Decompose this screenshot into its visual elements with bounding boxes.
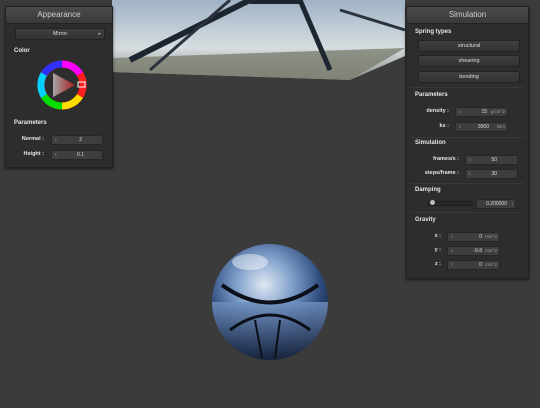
steps-label: steps/frame : bbox=[424, 170, 459, 176]
appearance-panel-title[interactable]: Appearance bbox=[6, 7, 112, 24]
damping-unit: \ bbox=[511, 201, 513, 206]
ks-value: 3000 bbox=[477, 124, 489, 130]
simulation-panel-title[interactable]: Simulation bbox=[407, 7, 528, 24]
spinner-icon: ⇕ bbox=[468, 157, 472, 162]
spinner-icon: ⇕ bbox=[468, 171, 472, 176]
gravity-z-value: 0 bbox=[479, 262, 482, 268]
normal-field[interactable]: ⇕ 2 bbox=[51, 135, 103, 145]
ks-unit: N/m bbox=[496, 124, 505, 129]
divider bbox=[411, 137, 524, 138]
gravity-y-label: y : bbox=[434, 247, 441, 253]
spinner-icon: ⇕ bbox=[54, 137, 58, 142]
gravity-y-value: -9.8 bbox=[473, 248, 482, 254]
chevron-down-icon: ▸ bbox=[98, 31, 101, 37]
gravity-z-field[interactable]: ⇕ 0 m/s^2 bbox=[447, 260, 500, 270]
spinner-icon: ⇕ bbox=[458, 124, 462, 129]
spinner-icon: ⇕ bbox=[450, 248, 454, 253]
height-value: 0.1 bbox=[77, 152, 84, 158]
parameters-section-label: Parameters bbox=[14, 120, 47, 126]
gravity-z-label: z : bbox=[434, 261, 441, 267]
spinner-icon: ⇕ bbox=[458, 109, 462, 114]
simulation-panel: Simulation Spring types structural shear… bbox=[406, 6, 529, 279]
gravity-y-field[interactable]: ⇕ -9.8 m/s^2 bbox=[447, 246, 500, 256]
material-dropdown[interactable]: Mirror ▸ bbox=[15, 28, 105, 40]
ks-field[interactable]: ⇕ 3000 N/m bbox=[455, 122, 508, 132]
steps-field[interactable]: ⇕ 30 bbox=[465, 169, 518, 179]
frames-value: 50 bbox=[491, 157, 497, 163]
material-value: Mirror bbox=[52, 31, 68, 37]
damping-slider-handle[interactable] bbox=[430, 200, 435, 205]
normal-value: 2 bbox=[79, 137, 82, 143]
parameters-section-label: Parameters bbox=[415, 92, 448, 98]
damping-field[interactable]: 0.200000 \ bbox=[476, 199, 516, 209]
frames-label: frames/s : bbox=[433, 156, 459, 162]
damping-slider[interactable] bbox=[427, 200, 473, 206]
density-field[interactable]: ⇕ 15 g/cm^2 bbox=[455, 107, 508, 117]
gravity-z-unit: m/s^2 bbox=[485, 262, 497, 267]
gravity-x-field[interactable]: ⇕ 0 m/s^2 bbox=[447, 232, 500, 242]
normal-label: Normal : bbox=[21, 136, 44, 142]
spinner-icon: ⇕ bbox=[450, 262, 454, 267]
density-unit: g/cm^2 bbox=[490, 109, 505, 114]
spinner-icon: ⇕ bbox=[54, 152, 58, 157]
damping-section-label: Damping bbox=[415, 187, 441, 193]
density-label: density : bbox=[426, 108, 449, 114]
spinner-icon: ⇕ bbox=[450, 234, 454, 239]
steps-value: 30 bbox=[491, 171, 497, 177]
gravity-x-label: x : bbox=[434, 233, 441, 239]
damping-value: 0.200000 bbox=[486, 201, 507, 207]
divider bbox=[411, 183, 524, 184]
spring-shearing-button[interactable]: shearing bbox=[418, 55, 520, 67]
gravity-x-unit: m/s^2 bbox=[485, 234, 497, 239]
gravity-section-label: Gravity bbox=[415, 217, 436, 223]
appearance-panel: Appearance Mirror ▸ Color Parameters Nor… bbox=[5, 6, 113, 168]
divider bbox=[411, 212, 524, 213]
height-label: Height : bbox=[23, 151, 44, 157]
frames-field[interactable]: ⇕ 50 bbox=[465, 155, 518, 165]
gravity-x-value: 0 bbox=[479, 234, 482, 240]
spring-bending-button[interactable]: bending bbox=[418, 71, 520, 83]
spring-types-label: Spring types bbox=[415, 29, 452, 35]
gravity-y-unit: m/s^2 bbox=[485, 248, 497, 253]
color-section-label: Color bbox=[14, 48, 30, 54]
density-value: 15 bbox=[481, 109, 487, 115]
color-wheel[interactable] bbox=[37, 60, 87, 110]
ks-label: ks : bbox=[439, 123, 449, 129]
spring-structural-button[interactable]: structural bbox=[418, 40, 520, 52]
divider bbox=[411, 87, 524, 88]
simulation-section-label: Simulation bbox=[415, 140, 446, 146]
height-field[interactable]: ⇕ 0.1 bbox=[51, 150, 103, 160]
